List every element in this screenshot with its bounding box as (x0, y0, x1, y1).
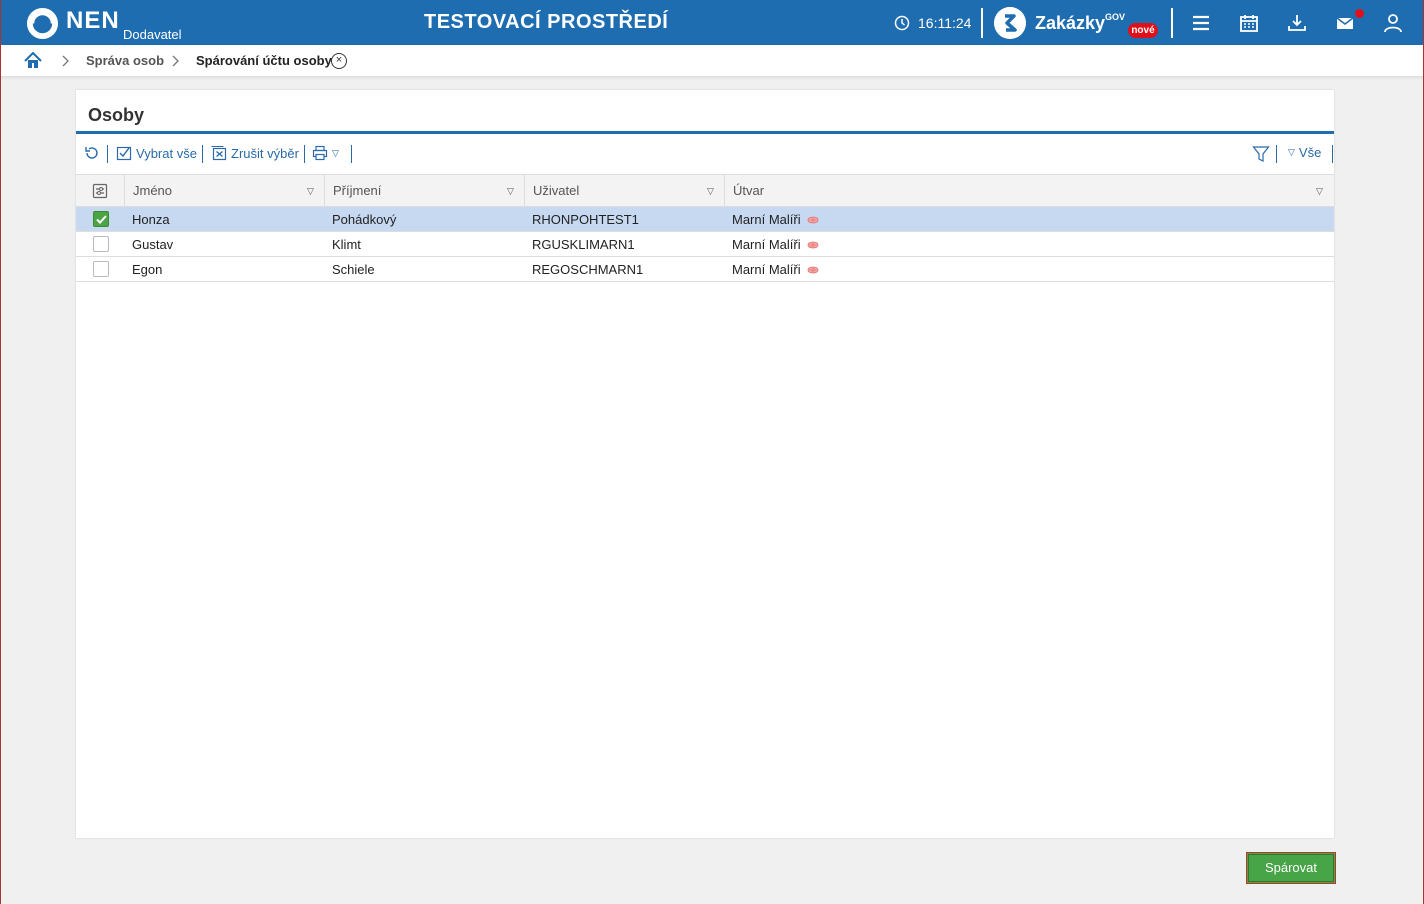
column-header-prijmeni[interactable]: Příjmení ▽ (324, 175, 524, 206)
clock-icon (894, 15, 910, 31)
checkmark-icon (96, 215, 107, 224)
toolbar-divider (1276, 145, 1277, 163)
toolbar-divider (304, 145, 305, 163)
brand-subtitle: Dodavatel (123, 27, 182, 42)
dropdown-triangle-icon: ▽ (332, 147, 339, 158)
zakazky-gov-label: GOV (1105, 12, 1126, 22)
header-divider (981, 8, 983, 38)
filter-button[interactable] (1252, 145, 1270, 163)
breadcrumb-item-current: Spárování účtu osoby (196, 53, 332, 68)
download-icon[interactable] (1286, 12, 1308, 34)
column-header-utvar[interactable]: Útvar ▽ (724, 175, 1334, 206)
column-settings-header[interactable] (76, 175, 124, 206)
checkbox-checked-icon (116, 146, 132, 161)
breadcrumb-item-sprava-osob[interactable]: Správa osob (86, 53, 164, 68)
column-filter-icon[interactable]: ▽ (707, 186, 714, 197)
menu-icon[interactable] (1190, 12, 1212, 34)
cell-utvar: Marní Malíři (732, 237, 819, 252)
table-header: Jméno ▽ Příjmení ▽ Uživatel ▽ Útvar ▽ (76, 174, 1334, 207)
checkbox-x-icon (211, 146, 227, 161)
cell-uzivatel: RGUSKLIMARN1 (532, 237, 635, 252)
refresh-icon (85, 147, 98, 159)
grid-toolbar: Vybrat vše Zrušit výběr ▽ ▽ Vše (76, 142, 1334, 166)
close-icon[interactable]: × (331, 53, 347, 69)
cell-uzivatel: REGOSCHMARN1 (532, 262, 644, 277)
column-filter-icon[interactable]: ▽ (507, 186, 514, 197)
mail-icon[interactable] (1334, 12, 1356, 34)
deselect-button[interactable]: Zrušit výběr (211, 145, 299, 161)
cell-jmeno: Honza (132, 212, 170, 227)
column-filter-icon[interactable]: ▽ (307, 186, 314, 197)
session-time: 16:11:24 (918, 15, 972, 31)
column-filter-icon[interactable]: ▽ (1316, 186, 1323, 197)
column-header-uzivatel[interactable]: Uživatel ▽ (524, 175, 724, 206)
panel-title-underline (76, 131, 1334, 134)
refresh-button[interactable] (84, 145, 100, 161)
cell-prijmeni: Pohádkový (332, 212, 397, 227)
panel-title: Osoby (88, 105, 145, 125)
org-unit-icon[interactable] (807, 265, 819, 275)
brand-name: NEN (66, 7, 120, 34)
cell-jmeno: Gustav (132, 237, 174, 252)
column-label: Uživatel (533, 183, 580, 198)
deselect-label: Zrušit výběr (231, 145, 299, 161)
persons-panel: Osoby Vybrat vše Zrušit výběr ▽ ▽ Vše Jm… (76, 90, 1334, 838)
new-badge: nové (1128, 23, 1158, 38)
home-icon[interactable] (24, 52, 42, 69)
toolbar-divider (107, 145, 108, 163)
cell-utvar: Marní Malíři (732, 262, 819, 277)
view-filter-dropdown[interactable]: ▽ Vše (1288, 145, 1321, 160)
environment-title: TESTOVACÍ PROSTŘEDÍ (424, 11, 669, 33)
cell-utvar: Marní Malíři (732, 212, 819, 227)
column-header-jmeno[interactable]: Jméno ▽ (124, 175, 324, 206)
select-all-label: Vybrat vše (136, 145, 197, 161)
column-label: Příjmení (333, 183, 382, 198)
column-settings-icon (92, 183, 108, 199)
cell-uzivatel: RHONPOHTEST1 (532, 212, 639, 227)
utvar-label: Marní Malíři (732, 237, 801, 252)
calendar-icon[interactable] (1238, 12, 1260, 34)
column-label: Útvar (733, 183, 765, 198)
select-all-button[interactable]: Vybrat vše (116, 145, 197, 161)
table-row[interactable]: Honza Pohádkový RHONPOHTEST1 Marní Malíř… (76, 207, 1334, 232)
column-label: Jméno (133, 183, 173, 198)
nen-logo-icon[interactable] (26, 7, 59, 40)
table-row[interactable]: Egon Schiele REGOSCHMARN1 Marní Malíři (76, 257, 1334, 282)
utvar-label: Marní Malíři (732, 212, 801, 227)
toolbar-divider (202, 145, 203, 163)
view-filter-label: Vše (1298, 145, 1322, 160)
utvar-label: Marní Malíři (732, 262, 801, 277)
top-header: NEN Dodavatel TESTOVACÍ PROSTŘEDÍ 16:11:… (0, 0, 1424, 45)
filter-icon (1252, 146, 1270, 162)
cell-prijmeni: Schiele (332, 262, 375, 277)
org-unit-icon[interactable] (807, 240, 819, 250)
row-checkbox[interactable] (93, 211, 109, 227)
row-checkbox[interactable] (93, 261, 109, 277)
zakazky-link[interactable]: Zakázky (1035, 13, 1105, 34)
notification-dot (1355, 9, 1364, 18)
user-icon[interactable] (1382, 12, 1404, 34)
print-button[interactable]: ▽ (312, 145, 339, 161)
org-unit-icon[interactable] (807, 215, 819, 225)
breadcrumb: Správa osob Spárování účtu osoby × (0, 45, 1424, 77)
pair-button[interactable]: Spárovat (1246, 852, 1336, 884)
toolbar-divider (1332, 145, 1333, 163)
table-row[interactable]: Gustav Klimt RGUSKLIMARN1 Marní Malíři (76, 232, 1334, 257)
header-divider (1171, 8, 1173, 38)
zakazky-logo-icon[interactable] (994, 7, 1026, 39)
dropdown-triangle-icon: ▽ (1288, 147, 1295, 157)
toolbar-divider (351, 145, 352, 163)
cell-prijmeni: Klimt (332, 237, 361, 252)
cell-jmeno: Egon (132, 262, 163, 277)
chevron-right-icon (62, 55, 69, 67)
row-checkbox[interactable] (93, 236, 109, 252)
printer-icon (312, 145, 328, 161)
chevron-right-icon (172, 55, 179, 67)
